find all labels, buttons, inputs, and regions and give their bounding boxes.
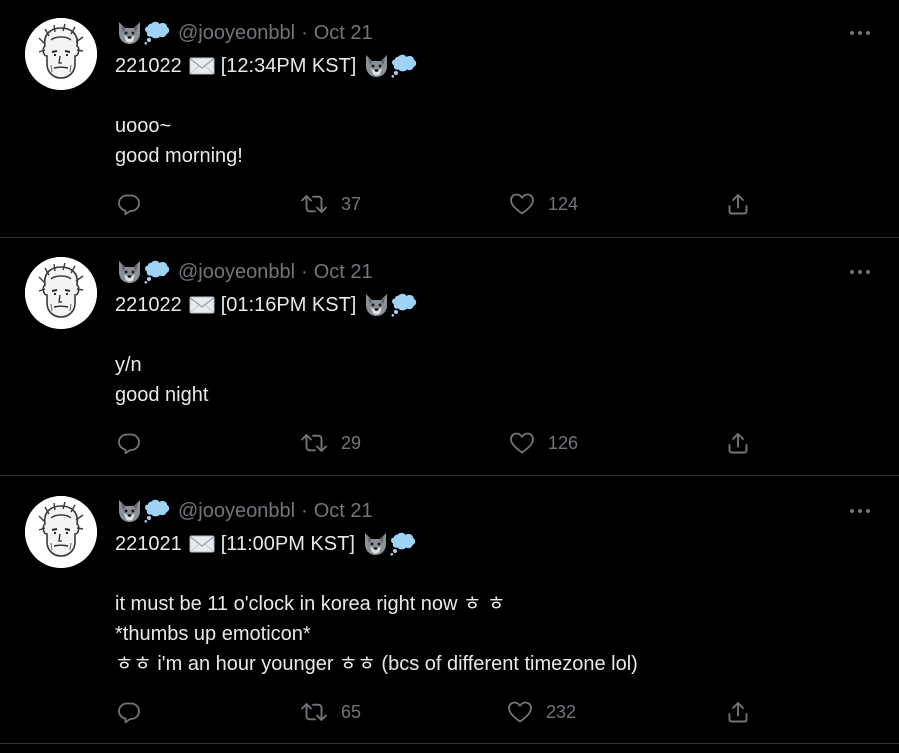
retweet-count: 29 — [341, 432, 362, 453]
more-options-icon — [848, 23, 872, 43]
tweet-header: @jooyeonbbl · Oct 21 — [116, 259, 373, 285]
like-button[interactable]: 126 — [509, 428, 578, 458]
reply-button[interactable] — [117, 428, 141, 458]
reply-icon — [117, 192, 141, 216]
tweet-date[interactable]: Oct 21 — [314, 22, 373, 45]
wolf-emoji-icon — [116, 21, 143, 45]
user-handle[interactable]: @jooyeonbbl — [178, 261, 295, 284]
wolf-emoji-icon — [116, 499, 143, 523]
tweet-text-line: ㅎㅎ i'm an hour younger ㅎㅎ (bcs of differ… — [115, 653, 638, 675]
share-icon — [726, 192, 750, 216]
like-button[interactable]: 232 — [507, 697, 576, 727]
display-name[interactable] — [116, 499, 170, 523]
reply-icon — [117, 700, 141, 724]
heart-icon — [509, 192, 535, 216]
more-options-icon — [848, 501, 872, 521]
share-button[interactable] — [726, 189, 750, 219]
header-separator: · — [301, 21, 308, 44]
tweet-text-line: 221021 [11:00PM KST] — [115, 529, 416, 559]
avatar-sketch-icon — [25, 257, 97, 329]
tweet-date-code: 221021 — [115, 533, 182, 555]
display-name[interactable] — [116, 21, 170, 45]
share-icon — [726, 431, 750, 455]
avatar[interactable] — [25, 257, 97, 329]
avatar[interactable] — [25, 18, 97, 90]
avatar[interactable] — [25, 496, 97, 568]
avatar-sketch-icon — [25, 496, 97, 568]
retweet-count: 37 — [341, 193, 362, 214]
tweet-time: [11:00PM KST] — [220, 533, 355, 555]
tweet-text-line: 221022 [12:34PM KST] — [115, 51, 417, 81]
like-button[interactable]: 124 — [509, 189, 578, 219]
reply-icon — [117, 431, 141, 455]
heart-icon — [509, 431, 535, 455]
display-name[interactable] — [116, 260, 170, 284]
tweet-feed: @jooyeonbbl · Oct 21 221022 [12:34PM KST… — [0, 0, 899, 753]
heart-icon — [507, 700, 533, 724]
wolf-emoji-icon — [362, 532, 389, 556]
share-button[interactable] — [726, 697, 750, 727]
tweet-date[interactable]: Oct 21 — [314, 500, 373, 523]
envelope-emoji-icon — [189, 295, 215, 315]
tweet-text-line: it must be 11 o'clock in korea right now… — [115, 593, 506, 615]
wolf-emoji-icon — [363, 54, 390, 78]
share-button[interactable] — [726, 428, 750, 458]
like-count: 124 — [548, 193, 579, 214]
tweet-text-line: 221022 [01:16PM KST] — [115, 290, 417, 320]
share-icon — [726, 700, 750, 724]
wolf-emoji-icon — [363, 293, 390, 317]
tweet-time: [12:34PM KST] — [220, 55, 357, 77]
thought-balloon-emoji-icon — [390, 54, 417, 78]
tweet-text-line: good night — [115, 384, 209, 406]
thought-balloon-emoji-icon — [143, 499, 170, 523]
retweet-button[interactable]: 37 — [300, 189, 361, 219]
envelope-emoji-icon — [189, 56, 215, 76]
wolf-emoji-icon — [116, 260, 143, 284]
tweet[interactable]: @jooyeonbbl · Oct 21 221022 [01:16PM KST… — [0, 238, 899, 476]
tweet-text-line: uooo~ — [115, 115, 172, 137]
user-handle[interactable]: @jooyeonbbl — [178, 500, 295, 523]
tweet[interactable]: @jooyeonbbl · Oct 21 221021 [11:00PM KST… — [0, 476, 899, 744]
tweet-text-line: good morning! — [115, 145, 243, 167]
envelope-emoji-icon — [189, 534, 215, 554]
tweet-text-line: *thumbs up emoticon* — [115, 623, 311, 645]
retweet-button[interactable]: 29 — [300, 428, 361, 458]
tweet-actions: 37 124 — [0, 189, 899, 219]
header-separator: · — [301, 260, 308, 283]
reply-button[interactable] — [117, 697, 141, 727]
thought-balloon-emoji-icon — [143, 260, 170, 284]
retweet-button[interactable]: 65 — [300, 697, 361, 727]
retweet-icon — [300, 700, 328, 724]
retweet-icon — [300, 192, 328, 216]
tweet-date-code: 221022 — [115, 55, 182, 77]
more-options-button[interactable] — [848, 501, 872, 521]
tweet-header: @jooyeonbbl · Oct 21 — [116, 498, 373, 524]
tweet-date[interactable]: Oct 21 — [314, 261, 373, 284]
tweet[interactable]: @jooyeonbbl · Oct 21 221022 [12:34PM KST… — [0, 0, 899, 238]
tweet-header: @jooyeonbbl · Oct 21 — [116, 20, 373, 46]
thought-balloon-emoji-icon — [389, 532, 416, 556]
tweet-text-line: y/n — [115, 354, 142, 376]
user-handle[interactable]: @jooyeonbbl — [178, 22, 295, 45]
tweet-date-code: 221022 — [115, 294, 182, 316]
tweet-actions: 29 126 — [0, 428, 899, 458]
thought-balloon-emoji-icon — [143, 21, 170, 45]
like-count: 232 — [546, 701, 577, 722]
like-count: 126 — [548, 432, 579, 453]
more-options-button[interactable] — [848, 262, 872, 282]
avatar-sketch-icon — [25, 18, 97, 90]
retweet-count: 65 — [341, 701, 362, 722]
reply-button[interactable] — [117, 189, 141, 219]
retweet-icon — [300, 431, 328, 455]
tweet-actions: 65 232 — [0, 697, 899, 727]
header-separator: · — [301, 499, 308, 522]
thought-balloon-emoji-icon — [390, 293, 417, 317]
more-options-icon — [848, 262, 872, 282]
more-options-button[interactable] — [848, 23, 872, 43]
tweet-time: [01:16PM KST] — [220, 294, 357, 316]
